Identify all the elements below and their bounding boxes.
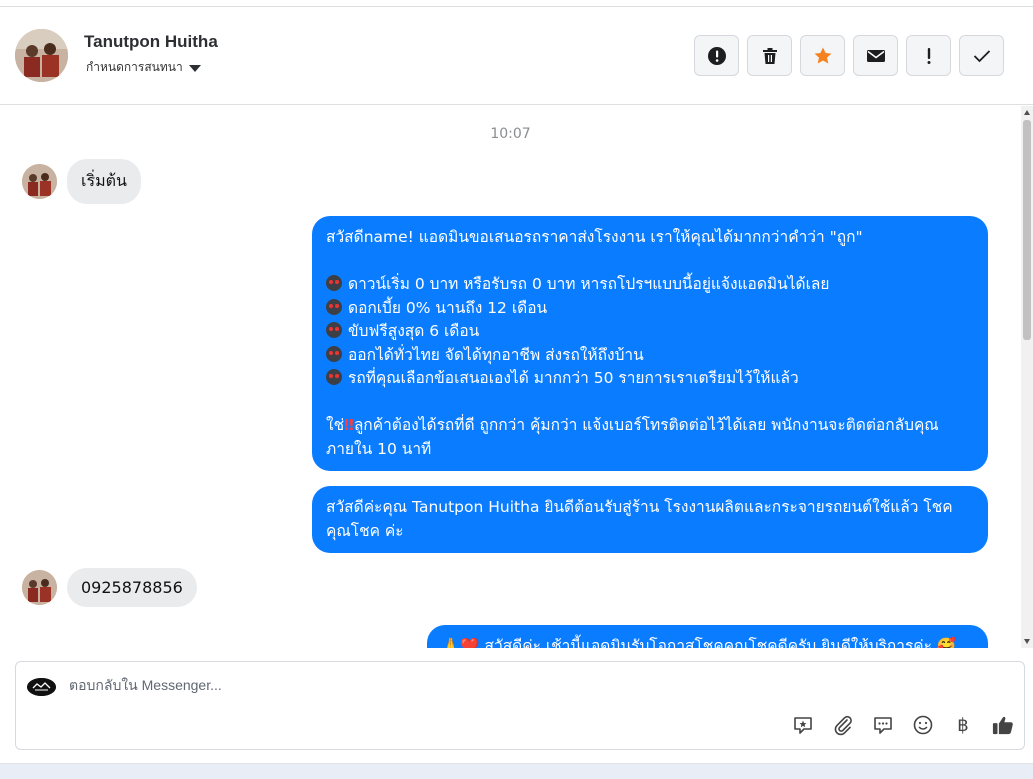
baht-icon: ฿ bbox=[957, 714, 969, 735]
message-line bbox=[326, 250, 974, 274]
saved-reply-button[interactable] bbox=[792, 714, 814, 736]
contact-name: Tanutpon Huitha bbox=[84, 32, 218, 51]
composer-tools: ฿ bbox=[792, 714, 1014, 736]
report-button[interactable] bbox=[694, 35, 739, 76]
page-logo-icon bbox=[27, 678, 56, 696]
reply-input[interactable] bbox=[69, 677, 669, 693]
message-row-incoming: เริ่มต้น bbox=[22, 159, 141, 204]
car-emoji-icon bbox=[326, 298, 342, 315]
double-exclamation-icon: ‼ bbox=[344, 416, 354, 434]
message-row-incoming: 0925878856 bbox=[22, 568, 197, 607]
thread-scrollbar[interactable] bbox=[1021, 106, 1033, 648]
attach-icon bbox=[834, 715, 852, 736]
like-button[interactable] bbox=[992, 714, 1014, 736]
message-bubble: เริ่มต้น bbox=[67, 159, 141, 204]
attach-button[interactable] bbox=[832, 714, 854, 736]
message-line: ดาวน์เริ่ม 0 บาท หรือรับรถ 0 บาท หารถโปร… bbox=[326, 273, 974, 297]
conversation-setting-label: กำหนดการสนทนา bbox=[86, 60, 183, 74]
reply-composer: ฿ bbox=[15, 661, 1025, 750]
star-icon bbox=[814, 47, 831, 63]
important-button[interactable] bbox=[906, 35, 951, 76]
message-line: ใช่‼ลูกค้าต้องได้รถที่ดี ถูกกว่า คุ้มกว่… bbox=[326, 416, 939, 458]
car-emoji-icon bbox=[326, 345, 342, 362]
message-thread[interactable]: 10:07 เริ่มต้น สวัสดีname! แอดมินขอเสนอร… bbox=[0, 106, 1021, 648]
car-emoji-icon bbox=[326, 369, 342, 385]
chat-button[interactable] bbox=[872, 714, 894, 736]
check-icon bbox=[973, 49, 990, 62]
like-icon bbox=[992, 716, 1013, 735]
message-line: ดอกเบี้ย 0% นานถึง 12 เดือน bbox=[326, 297, 974, 321]
important-icon bbox=[927, 47, 930, 64]
scrollbar-thumb[interactable] bbox=[1023, 120, 1031, 340]
message-line: รถที่คุณเลือกข้อเสนอเองได้ มากกว่า 50 รา… bbox=[326, 367, 974, 391]
star-button[interactable] bbox=[800, 35, 845, 76]
saved-reply-icon bbox=[794, 717, 812, 734]
messenger-window: Tanutpon Huitha กำหนดการสนทนา 10:07 เริ่… bbox=[0, 0, 1033, 764]
mark-unread-button[interactable] bbox=[853, 35, 898, 76]
header-actions bbox=[694, 35, 1004, 76]
caret-down-icon bbox=[188, 65, 201, 72]
message-bubble-outgoing: สวัสดีname! แอดมินขอเสนอรถราคาส่งโรงงาน … bbox=[312, 216, 988, 471]
scroll-up-arrow-icon[interactable] bbox=[1024, 110, 1030, 115]
avatar[interactable] bbox=[15, 29, 68, 82]
conversation-setting-dropdown[interactable]: กำหนดการสนทนา bbox=[86, 58, 201, 77]
message-bubble: 0925878856 bbox=[67, 568, 197, 607]
message-line: ออกได้ทั่วไทย จัดได้ทุกอาชีพ ส่งรถให้ถึง… bbox=[326, 344, 974, 368]
message-bubble-outgoing: สวัสดีค่ะคุณ Tanutpon Huitha ยินดีต้อนรั… bbox=[312, 486, 988, 553]
conversation-header: Tanutpon Huitha กำหนดการสนทนา bbox=[0, 6, 1033, 105]
avatar bbox=[22, 570, 57, 605]
done-button[interactable] bbox=[959, 35, 1004, 76]
trash-icon bbox=[762, 47, 777, 64]
mail-icon bbox=[866, 49, 885, 62]
message-line bbox=[326, 391, 974, 415]
car-emoji-icon bbox=[326, 322, 342, 338]
message-line: ขับฟรีสูงสุด 6 เดือน bbox=[326, 320, 974, 344]
chat-icon bbox=[874, 717, 892, 734]
emoji-button[interactable] bbox=[912, 714, 934, 736]
car-emoji-icon bbox=[326, 275, 342, 291]
report-icon bbox=[707, 46, 726, 65]
avatar bbox=[22, 164, 57, 199]
message-bubble-outgoing: 🙏❤️ สวัสดีค่ะ เช้านี้แอดมินรับโอกาสโชคคุ… bbox=[427, 625, 988, 648]
emoji-icon bbox=[913, 715, 933, 735]
payment-button[interactable]: ฿ bbox=[952, 714, 974, 736]
message-line: สวัสดีname! แอดมินขอเสนอรถราคาส่งโรงงาน … bbox=[326, 228, 863, 246]
timestamp: 10:07 bbox=[490, 126, 531, 142]
scroll-down-arrow-icon[interactable] bbox=[1024, 639, 1030, 644]
delete-button[interactable] bbox=[747, 35, 792, 76]
